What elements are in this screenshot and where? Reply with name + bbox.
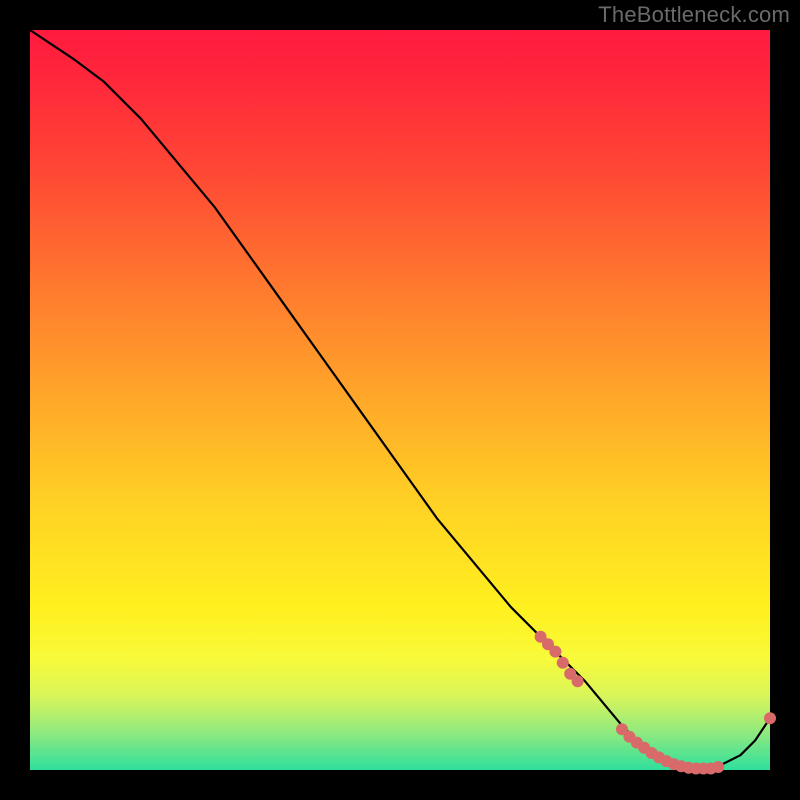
chart-svg [30,30,770,770]
bottleneck-curve [30,30,770,770]
data-marker [764,712,776,724]
data-marker [549,646,561,658]
watermark-text: TheBottleneck.com [598,2,790,28]
data-marker [712,761,724,773]
data-marker [557,657,569,669]
data-marker [572,675,584,687]
data-markers [535,631,776,775]
chart-plot-area [30,30,770,770]
